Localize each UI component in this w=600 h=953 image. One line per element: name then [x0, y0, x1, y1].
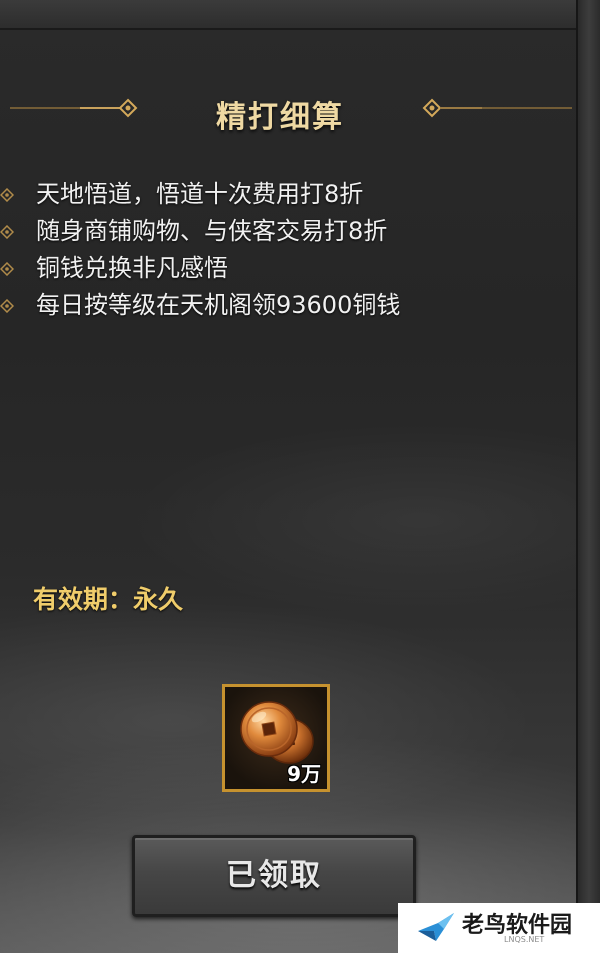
feature-text: 天地悟道，悟道十次费用打8折: [36, 180, 364, 208]
watermark: 老鸟软件园 LNQS.NET: [398, 903, 600, 953]
title-row: 精打细算: [0, 86, 578, 136]
diamond-bullet-icon: [0, 225, 14, 239]
panel-right-frame: [576, 0, 600, 953]
panel-top-frame: [0, 0, 600, 30]
title-ornament-right-icon: [422, 98, 572, 118]
bird-logo-icon: [418, 913, 454, 941]
watermark-subtext: LNQS.NET: [504, 935, 545, 944]
diamond-bullet-icon: [0, 188, 14, 202]
validity-text: 有效期：永久: [33, 585, 184, 614]
reward-item-slot[interactable]: 9万: [222, 684, 330, 792]
feature-list: 天地悟道，悟道十次费用打8折 随身商铺购物、与侠客交易打8折 铜钱兑换非凡感悟 …: [0, 176, 560, 324]
reward-quantity: 9万: [287, 762, 321, 786]
privilege-panel: 精打细算 天地悟道，悟道十次费用打8折 随身商铺购物、与侠客交易打8折 铜钱兑换…: [0, 0, 600, 953]
feature-item: 天地悟道，悟道十次费用打8折: [0, 176, 560, 213]
claimed-button[interactable]: 已领取: [132, 835, 416, 917]
feature-text: 铜钱兑换非凡感悟: [36, 254, 228, 282]
feature-text: 每日按等级在天机阁领93600铜钱: [36, 291, 401, 319]
feature-item: 每日按等级在天机阁领93600铜钱: [0, 287, 560, 324]
diamond-bullet-icon: [0, 299, 14, 313]
feature-item: 铜钱兑换非凡感悟: [0, 250, 560, 287]
feature-text: 随身商铺购物、与侠客交易打8折: [36, 217, 388, 245]
feature-item: 随身商铺购物、与侠客交易打8折: [0, 213, 560, 250]
diamond-bullet-icon: [0, 262, 14, 276]
